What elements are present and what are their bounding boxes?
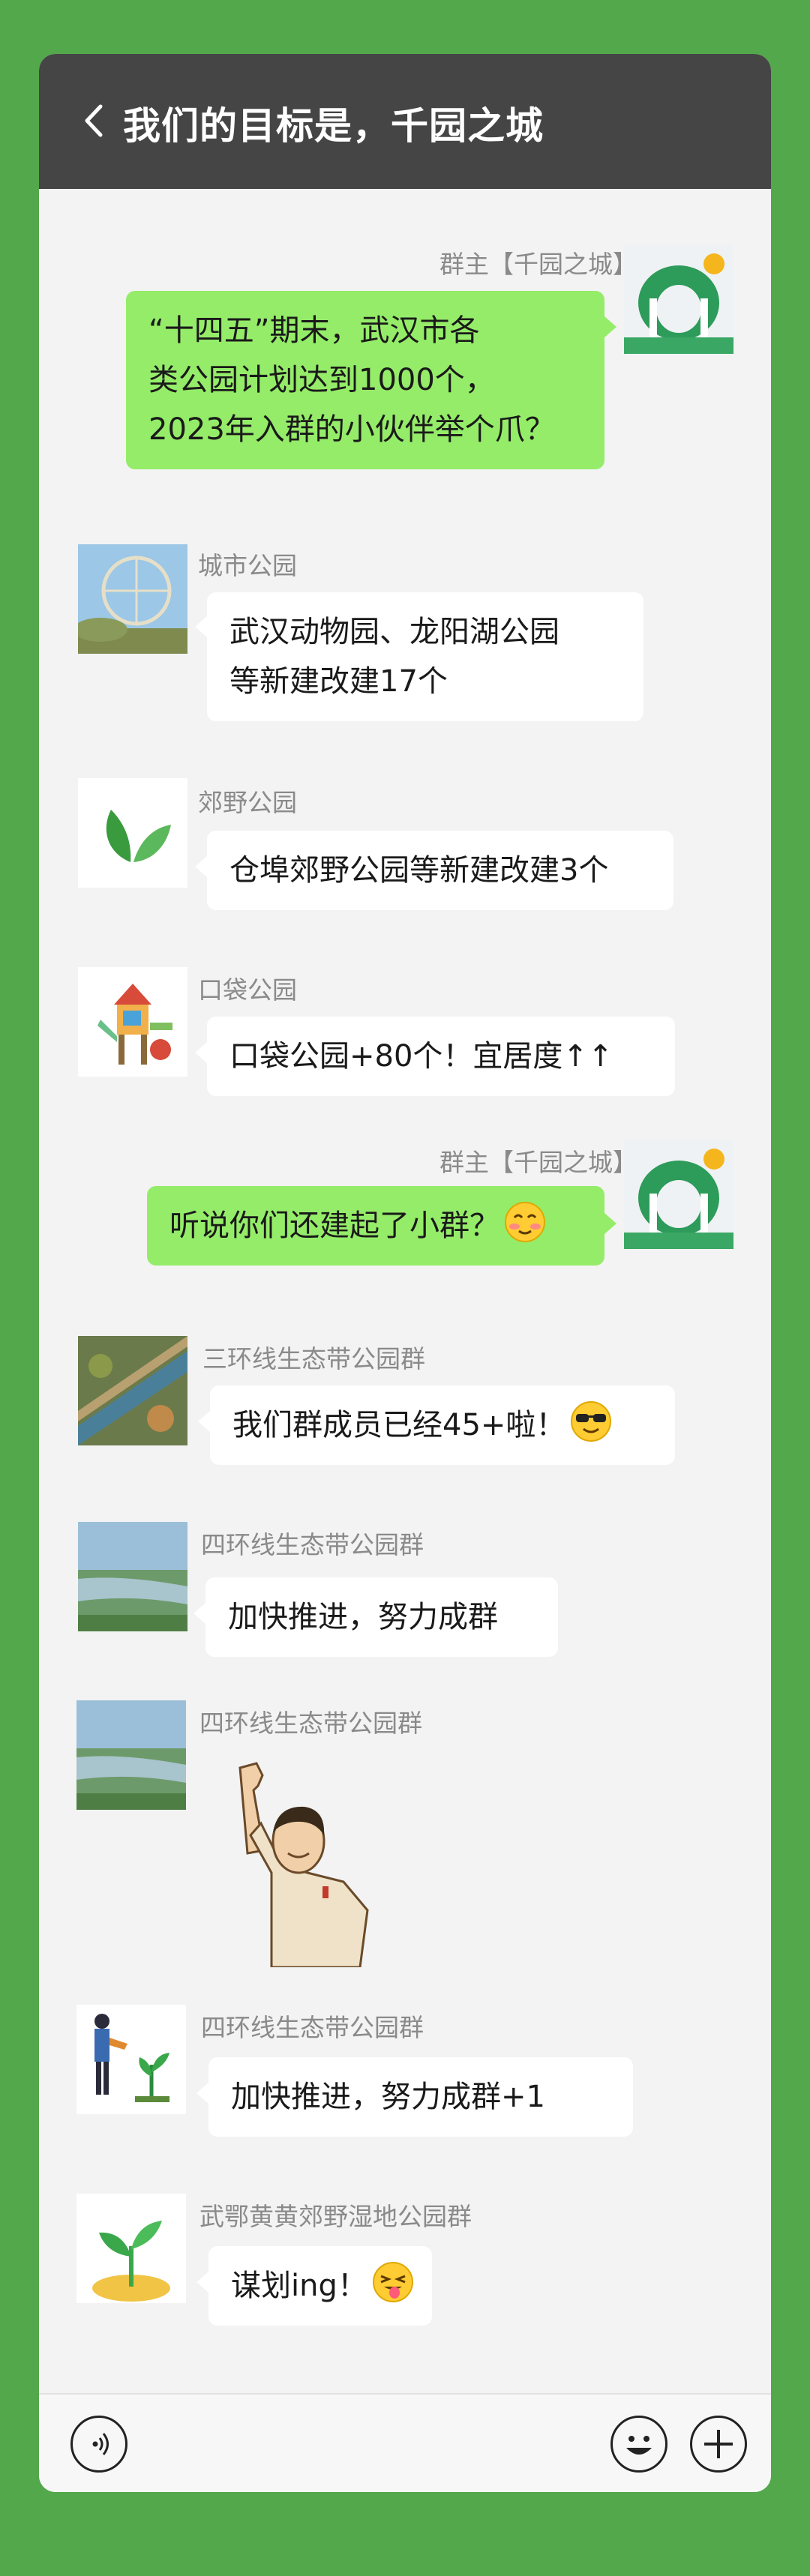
message-line: 仓埠郊野公园等新建改建3个: [230, 853, 609, 888]
message-line: 我们群成员已经45+啦！: [232, 1400, 652, 1450]
ferris-wheel-avatar-image: [78, 544, 188, 654]
avatar-wetland-park[interactable]: [76, 2194, 186, 2303]
chat-header: 我们的目标是，千园之城: [39, 54, 771, 189]
sender-name: 三环线生态带公园群: [202, 1344, 425, 1373]
sprout-avatar-image: [76, 2194, 186, 2303]
message-line: “十四五”期末，武汉市各: [148, 313, 480, 348]
sender-name: 武鄂黄黄郊野湿地公园群: [200, 2202, 472, 2231]
blushing-face-icon: [505, 1202, 545, 1242]
bubble-tail: [604, 1213, 616, 1234]
message-line: 加快推进，努力成群+1: [231, 2080, 545, 2114]
emoji-button[interactable]: [610, 2416, 668, 2473]
message-text: 听说你们还建起了小群？: [170, 1209, 500, 1243]
sender-name: 四环线生态带公园群: [201, 1530, 424, 1559]
avatar-fourth-ring-gardener[interactable]: [76, 2005, 186, 2114]
message-line: 武汉动物园、龙阳湖公园: [230, 615, 560, 649]
sender-name: 群主【千园之城】: [440, 1148, 638, 1177]
avatar-owner[interactable]: [624, 1140, 734, 1249]
bubble-tail: [196, 2083, 208, 2104]
message-bubble[interactable]: 武汉动物园、龙阳湖公园 等新建改建17个: [207, 592, 644, 721]
avatar-country-park[interactable]: [78, 778, 188, 888]
chat-title: 我们的目标是，千园之城: [123, 104, 544, 148]
cheering-man-sticker[interactable]: [218, 1760, 398, 1967]
message-line: 谋划ing！: [231, 2261, 413, 2311]
bubble-tail: [604, 316, 616, 337]
message-text: 谋划ing！: [231, 2269, 368, 2303]
message-bubble[interactable]: “十四五”期末，武汉市各 类公园计划达到1000个， 2023年入群的小伙伴举个…: [126, 291, 604, 469]
bubble-tail: [195, 856, 207, 877]
message-line: 2023年入群的小伙伴举个爪？: [148, 412, 555, 447]
sender-name: 郊野公园: [198, 788, 297, 817]
sender-name: 城市公园: [198, 551, 297, 580]
message-bubble[interactable]: 我们群成员已经45+啦！: [210, 1385, 675, 1465]
sender-name: 四环线生态带公园群: [201, 2013, 424, 2042]
lake-avatar-image: [76, 1700, 186, 1810]
add-button[interactable]: [690, 2416, 747, 2473]
message-bubble[interactable]: 谋划ing！: [208, 2246, 432, 2326]
chat-window: 我们的目标是，千园之城 群主【千园之城】 “十四五”期末，武汉市各 类公园计划达…: [39, 54, 771, 2492]
message-bubble[interactable]: 加快推进，努力成群+1: [208, 2057, 633, 2137]
plus-icon: [704, 2430, 733, 2458]
bubble-tail: [195, 616, 207, 637]
message-bubble[interactable]: 口袋公园+80个！宜居度↑↑: [207, 1017, 675, 1096]
park-gate-avatar-image: [624, 244, 734, 354]
park-gate-avatar-image: [624, 1140, 734, 1249]
message-line: 听说你们还建起了小群？: [170, 1201, 582, 1251]
message-bubble[interactable]: 仓埠郊野公园等新建改建3个: [207, 831, 674, 910]
sender-name: 群主【千园之城】: [440, 250, 638, 279]
leaf-avatar-image: [78, 778, 188, 888]
avatar-fourth-ring[interactable]: [78, 1522, 188, 1631]
avatar-third-ring[interactable]: [78, 1336, 188, 1445]
avatar-fourth-ring[interactable]: [76, 1700, 186, 1810]
chevron-left-icon[interactable]: [75, 100, 116, 141]
aerial-greenway-avatar-image: [78, 1336, 188, 1445]
voice-button[interactable]: [70, 2416, 128, 2473]
playground-avatar-image: [78, 967, 188, 1077]
sender-name: 四环线生态带公园群: [200, 1709, 422, 1738]
bubble-tail: [195, 1042, 207, 1063]
bubble-tail: [198, 1411, 210, 1432]
message-line: 口袋公园+80个！宜居度↑↑: [230, 1039, 614, 1074]
tongue-out-face-icon: [372, 2262, 413, 2302]
sender-name: 口袋公园: [198, 975, 297, 1005]
bubble-tail: [196, 2272, 208, 2293]
gardener-avatar-image: [76, 2005, 186, 2114]
avatar-pocket-park[interactable]: [78, 967, 188, 1077]
smiley-icon: [626, 2436, 652, 2455]
avatar-city-park[interactable]: [78, 544, 188, 654]
message-bubble[interactable]: 听说你们还建起了小群？: [147, 1186, 604, 1266]
lake-avatar-image: [78, 1522, 188, 1631]
message-line: 加快推进，努力成群: [228, 1600, 498, 1634]
message-text: 我们群成员已经45+啦！: [232, 1408, 566, 1442]
avatar-owner[interactable]: [624, 244, 734, 354]
message-bubble[interactable]: 加快推进，努力成群: [206, 1577, 558, 1657]
voice-icon: [92, 2433, 109, 2455]
bubble-tail: [194, 1603, 206, 1624]
message-line: 类公园计划达到1000个，: [148, 363, 495, 397]
input-bar: [39, 2393, 771, 2492]
message-line: 等新建改建17个: [230, 664, 448, 699]
sunglasses-face-icon: [571, 1401, 612, 1442]
